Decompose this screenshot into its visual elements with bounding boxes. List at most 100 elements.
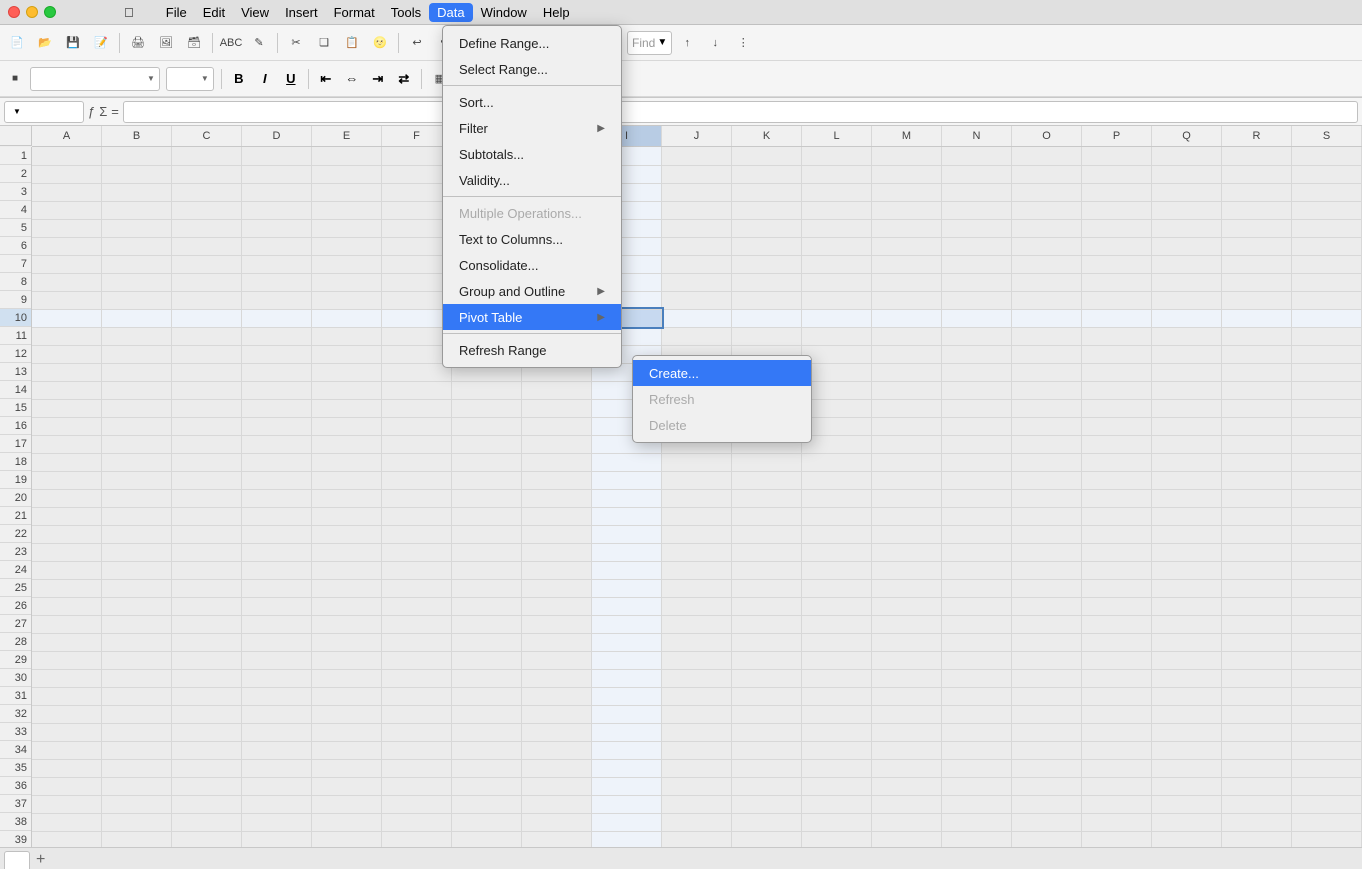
cell-D20[interactable] — [242, 489, 312, 507]
cell-D36[interactable] — [242, 777, 312, 795]
paintformat-button[interactable]: 🌝 — [367, 30, 393, 56]
cell-C8[interactable] — [172, 273, 242, 291]
cell-D32[interactable] — [242, 705, 312, 723]
cell-E19[interactable] — [312, 471, 382, 489]
cell-Q29[interactable] — [1152, 651, 1222, 669]
cell-O7[interactable] — [1012, 255, 1082, 273]
cell-H27[interactable] — [522, 615, 592, 633]
cell-G35[interactable] — [452, 759, 522, 777]
formula-input[interactable] — [123, 101, 1358, 123]
cell-R31[interactable] — [1221, 687, 1291, 705]
cell-Q39[interactable] — [1152, 831, 1222, 847]
cell-O9[interactable] — [1012, 291, 1082, 309]
underline-button[interactable]: U — [279, 67, 303, 91]
menu-item-view[interactable]: View — [233, 3, 277, 22]
cell-F38[interactable] — [382, 813, 452, 831]
cell-P2[interactable] — [1082, 165, 1152, 183]
cell-C10[interactable] — [172, 309, 242, 327]
cell-K1[interactable] — [732, 147, 802, 165]
cell-N37[interactable] — [942, 795, 1012, 813]
cell-G30[interactable] — [452, 669, 522, 687]
cell-Q36[interactable] — [1152, 777, 1222, 795]
cell-B24[interactable] — [102, 561, 172, 579]
cell-G15[interactable] — [452, 399, 522, 417]
cell-A14[interactable] — [32, 381, 102, 399]
cell-C11[interactable] — [172, 327, 242, 345]
cell-J37[interactable] — [662, 795, 732, 813]
cell-Q6[interactable] — [1152, 237, 1222, 255]
cell-O27[interactable] — [1012, 615, 1082, 633]
cell-E38[interactable] — [312, 813, 382, 831]
cell-J8[interactable] — [662, 273, 732, 291]
cell-D7[interactable] — [242, 255, 312, 273]
cell-L36[interactable] — [802, 777, 872, 795]
cell-P9[interactable] — [1082, 291, 1152, 309]
cell-D31[interactable] — [242, 687, 312, 705]
cell-R30[interactable] — [1221, 669, 1291, 687]
cell-G23[interactable] — [452, 543, 522, 561]
find-box[interactable]: Find ▼ — [627, 31, 672, 55]
cell-S31[interactable] — [1291, 687, 1361, 705]
cell-H37[interactable] — [522, 795, 592, 813]
cell-M30[interactable] — [872, 669, 942, 687]
cell-L17[interactable] — [802, 435, 872, 453]
cell-K4[interactable] — [732, 201, 802, 219]
cell-N33[interactable] — [942, 723, 1012, 741]
row-header-32[interactable]: 32 — [0, 705, 31, 723]
cell-I37[interactable] — [592, 795, 662, 813]
cell-M6[interactable] — [872, 237, 942, 255]
cell-E15[interactable] — [312, 399, 382, 417]
cell-I29[interactable] — [592, 651, 662, 669]
col-header-K[interactable]: K — [732, 126, 802, 146]
cell-S21[interactable] — [1291, 507, 1361, 525]
menu-item-subtotals[interactable]: Subtotals... — [443, 141, 621, 167]
cell-O13[interactable] — [1012, 363, 1082, 381]
col-header-M[interactable]: M — [872, 126, 942, 146]
cell-C6[interactable] — [172, 237, 242, 255]
cell-P22[interactable] — [1082, 525, 1152, 543]
cell-P38[interactable] — [1082, 813, 1152, 831]
cell-R39[interactable] — [1221, 831, 1291, 847]
cell-C37[interactable] — [172, 795, 242, 813]
cell-B13[interactable] — [102, 363, 172, 381]
menu-item-window[interactable]: Window — [473, 3, 535, 22]
cell-Q35[interactable] — [1152, 759, 1222, 777]
cell-B18[interactable] — [102, 453, 172, 471]
cell-J19[interactable] — [662, 471, 732, 489]
cell-M3[interactable] — [872, 183, 942, 201]
cell-H23[interactable] — [522, 543, 592, 561]
cell-M8[interactable] — [872, 273, 942, 291]
cell-K32[interactable] — [732, 705, 802, 723]
cell-F20[interactable] — [382, 489, 452, 507]
cell-B23[interactable] — [102, 543, 172, 561]
cell-N20[interactable] — [942, 489, 1012, 507]
font-name-selector[interactable]: ▼ — [30, 67, 160, 91]
cell-D22[interactable] — [242, 525, 312, 543]
cell-G34[interactable] — [452, 741, 522, 759]
row-header-28[interactable]: 28 — [0, 633, 31, 651]
cell-E34[interactable] — [312, 741, 382, 759]
cell-N2[interactable] — [942, 165, 1012, 183]
row-header-16[interactable]: 16 — [0, 417, 31, 435]
cell-E21[interactable] — [312, 507, 382, 525]
cell-J2[interactable] — [662, 165, 732, 183]
cell-M17[interactable] — [872, 435, 942, 453]
cell-B8[interactable] — [102, 273, 172, 291]
cell-R22[interactable] — [1221, 525, 1291, 543]
cell-D1[interactable] — [242, 147, 312, 165]
cell-C34[interactable] — [172, 741, 242, 759]
cell-N24[interactable] — [942, 561, 1012, 579]
cell-O38[interactable] — [1012, 813, 1082, 831]
cell-A2[interactable] — [32, 165, 102, 183]
cell-B27[interactable] — [102, 615, 172, 633]
cell-L7[interactable] — [802, 255, 872, 273]
cell-K19[interactable] — [732, 471, 802, 489]
row-header-15[interactable]: 15 — [0, 399, 31, 417]
cell-E26[interactable] — [312, 597, 382, 615]
cell-M4[interactable] — [872, 201, 942, 219]
cell-J31[interactable] — [662, 687, 732, 705]
row-header-38[interactable]: 38 — [0, 813, 31, 831]
cell-D6[interactable] — [242, 237, 312, 255]
cell-M27[interactable] — [872, 615, 942, 633]
cell-H33[interactable] — [522, 723, 592, 741]
